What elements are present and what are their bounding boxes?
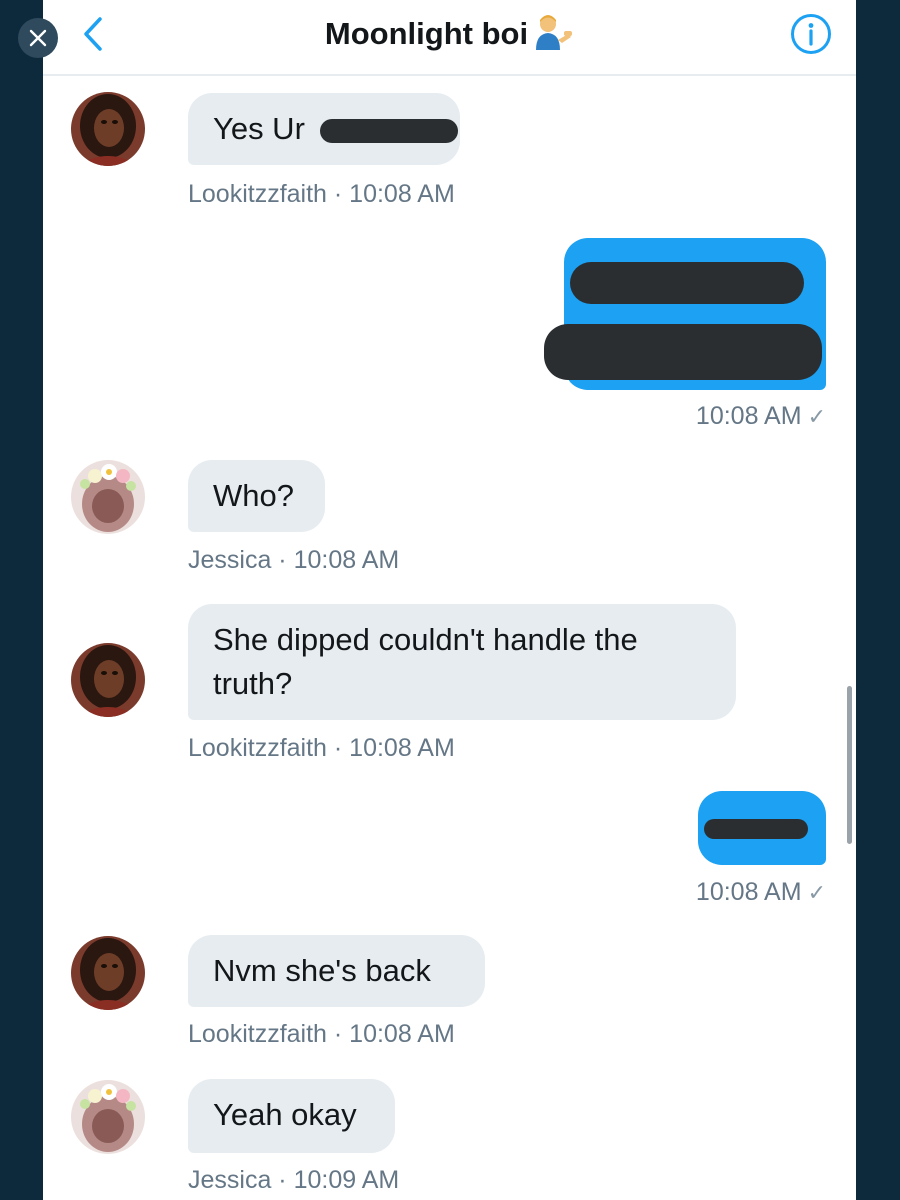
avatar-image: [71, 1080, 145, 1154]
screenshot-frame: Moonlight boi Yes Ur Lookitzzfaith · 10:…: [0, 0, 900, 1200]
avatar-lookitzzfaith[interactable]: [71, 92, 145, 166]
avatar-image: [71, 936, 145, 1010]
message-item: Who? Jessica · 10:08 AM: [71, 458, 831, 578]
check-icon: ✓: [807, 404, 826, 429]
message-item: Nvm she's back Lookitzzfaith · 10:08 AM: [71, 934, 831, 1054]
message-meta: Jessica · 10:08 AM: [188, 546, 400, 574]
avatar-jessica[interactable]: [71, 460, 145, 534]
message-item: Yes Ur Lookitzzfaith · 10:08 AM: [71, 90, 831, 210]
message-meta: 10:08 AM ✓: [696, 402, 826, 431]
check-icon: ✓: [807, 880, 826, 905]
dm-conversation-screen: Moonlight boi Yes Ur Lookitzzfaith · 10:…: [43, 0, 856, 1200]
redaction-bar: [320, 119, 458, 143]
close-button[interactable]: [18, 18, 58, 58]
message-bubble[interactable]: Who?: [188, 460, 325, 532]
message-bubble[interactable]: [544, 238, 826, 390]
message-text: She dipped couldn't handle the truth?: [213, 622, 638, 701]
redaction-bar: [704, 819, 808, 839]
message-text: Who?: [213, 478, 294, 513]
info-icon: [791, 14, 831, 54]
message-text: Yes Ur: [213, 111, 305, 146]
message-meta: 10:08 AM ✓: [696, 878, 826, 907]
avatar-lookitzzfaith[interactable]: [71, 936, 145, 1010]
message-bubble[interactable]: Yeah okay: [188, 1079, 395, 1153]
avatar-image: [71, 643, 145, 717]
message-time: 10:08 AM: [695, 878, 802, 906]
message-time: 10:08 AM: [695, 402, 802, 430]
man-tipping-hand-emoji-icon: [534, 14, 574, 50]
message-bubble[interactable]: Nvm she's back: [188, 935, 485, 1007]
avatar-lookitzzfaith[interactable]: [71, 643, 145, 717]
message-item: Yeah okay Jessica · 10:09 AM: [71, 1078, 831, 1200]
message-meta: Jessica · 10:09 AM: [188, 1166, 400, 1194]
message-text: Nvm she's back: [213, 953, 431, 988]
message-meta: Lookitzzfaith · 10:08 AM: [188, 734, 455, 762]
avatar-image: [71, 460, 145, 534]
conversation-header: Moonlight boi: [43, 0, 856, 76]
message-bubble[interactable]: Yes Ur: [188, 93, 460, 165]
message-bubble[interactable]: [698, 791, 826, 865]
avatar-image: [71, 92, 145, 166]
message-meta: Lookitzzfaith · 10:08 AM: [188, 1020, 455, 1048]
message-bubble[interactable]: She dipped couldn't handle the truth?: [188, 604, 736, 720]
scrollbar[interactable]: [847, 686, 852, 844]
message-meta: Lookitzzfaith · 10:08 AM: [188, 180, 455, 208]
message-text: Yeah okay: [213, 1097, 357, 1132]
conversation-name: Moonlight boi: [324, 16, 529, 51]
avatar-jessica[interactable]: [71, 1080, 145, 1154]
background-strip: [856, 0, 900, 1200]
page-title[interactable]: Moonlight boi: [43, 14, 856, 54]
redaction-bar: [544, 324, 822, 380]
message-item: She dipped couldn't handle the truth? Lo…: [71, 603, 831, 773]
close-icon: [29, 29, 47, 47]
message-item: 10:08 AM ✓: [43, 790, 856, 910]
conversation-info-button[interactable]: [789, 12, 833, 56]
redaction-bar: [570, 262, 804, 304]
message-item: 10:08 AM ✓: [43, 236, 856, 436]
